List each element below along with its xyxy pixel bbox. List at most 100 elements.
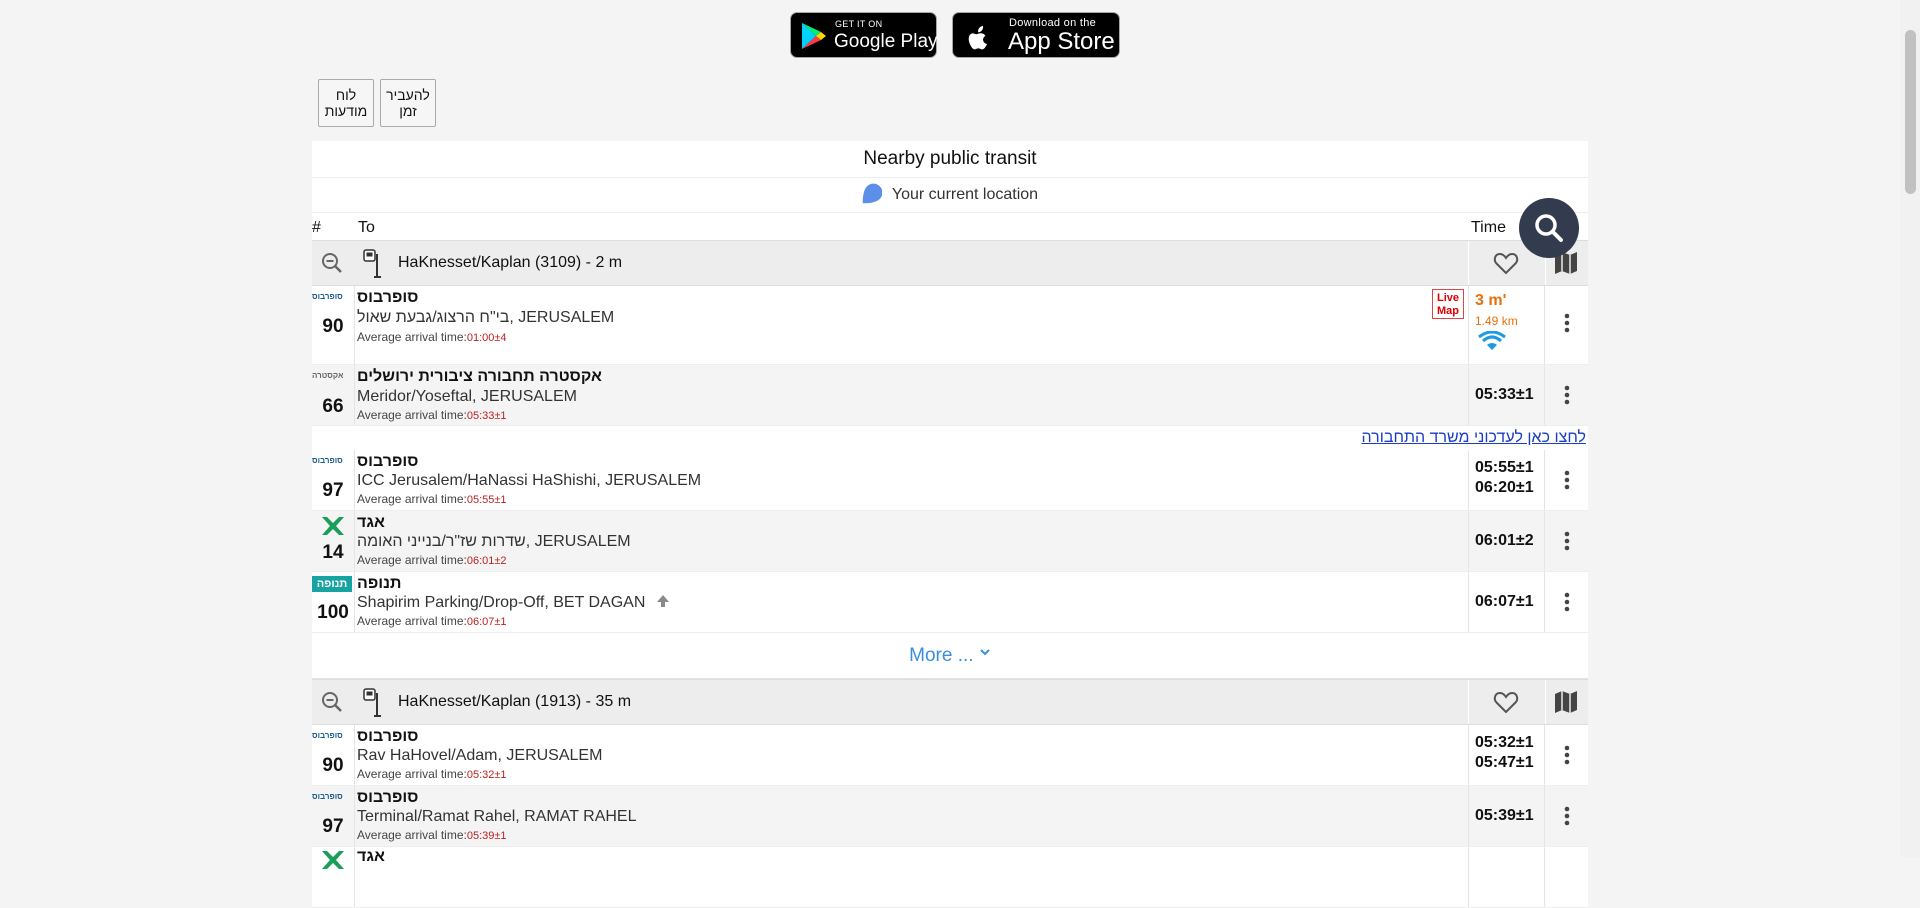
page-scrollbar[interactable] [1900,0,1920,857]
col-to: To [358,219,375,236]
stop-header[interactable]: HaKnesset/Kaplan (3109) - 2 m [312,240,1588,286]
more-options-icon[interactable] [1564,385,1570,405]
avg-label: Average arrival time: [357,614,467,628]
ministry-updates-row: לחצו כאן לעדכוני משרד התחבורה [312,426,1588,450]
row-divider [354,286,355,364]
destination: שדרות שז"ר/בנייני האומה, JERUSALEM [357,533,631,550]
destination-text: Shapirim Parking/Drop-Off, BET DAGAN [357,594,646,611]
chevron-down-icon [980,649,990,656]
departure-time: 06:07±1 [1475,593,1534,610]
row-divider [354,572,355,632]
table-row[interactable]: אקסטרה 66 אקסטרה תחבורה ציבורית ירושלים … [312,365,1588,426]
google-play-small-text: GET IT ON [835,19,883,29]
more-button[interactable]: More ... [312,633,1588,679]
operator-name: אקסטרה תחבורה ציבורית ירושלים [357,368,602,385]
average-arrival: Average arrival time:05:39±1 [357,828,507,842]
transit-panel: Nearby public transit Your current locat… [312,141,1588,908]
row-divider [1544,725,1545,785]
more-options-icon[interactable] [1564,470,1570,490]
line-number: 14 [322,542,344,563]
table-row[interactable]: תנופה 100 תנופה Shapirim Parking/Drop-Of… [312,572,1588,633]
destination: Meridor/Yoseftal, JERUSALEM [357,388,577,405]
more-options-icon[interactable] [1564,806,1570,826]
destination: Rav HaHovel/Adam, JERUSALEM [357,747,603,764]
more-options-icon[interactable] [1564,745,1570,765]
stop-name: HaKnesset/Kaplan (1913) - 35 m [398,693,632,710]
line-number: 66 [322,396,344,417]
table-row[interactable]: סופרבוס 97 סופרבוס ICC Jerusalem/HaNassi… [312,450,1588,511]
search-button[interactable] [1519,198,1579,258]
scrollbar-thumb[interactable] [1905,30,1916,194]
arrow-up-icon [656,595,669,607]
ministry-updates-link[interactable]: לחצו כאן לעדכוני משרד התחבורה [1362,429,1587,446]
departure-time: 06:01±2 [1475,532,1534,549]
stop-header[interactable]: HaKnesset/Kaplan (1913) - 35 m [312,679,1588,725]
average-arrival: Average arrival time:05:32±1 [357,767,507,781]
more-options-icon[interactable] [1564,592,1570,612]
more-options-icon[interactable] [1564,313,1570,333]
current-location-label: Your current location [891,186,1039,203]
average-arrival: Average arrival time:06:01±2 [357,553,507,567]
table-row[interactable]: 14 אגד שדרות שז"ר/בנייני האומה, JERUSALE… [312,511,1588,572]
bulletin-board-button[interactable]: לוח מודעות [318,79,374,127]
change-time-button[interactable]: להעביר זמן [380,79,436,127]
row-divider [1468,847,1469,907]
destination: ICC Jerusalem/HaNassi HaShishi, JERUSALE… [357,472,702,489]
eta-distance: 1.49 km [1475,314,1518,328]
avg-value: 05:32±1 [466,769,507,781]
map-icon[interactable] [1553,690,1579,714]
line-number: 97 [322,480,344,501]
line-number: 97 [322,816,344,837]
table-row[interactable]: סופרבוס 97 סופרבוס Terminal/Ramat Rahel,… [312,786,1588,847]
current-location[interactable]: Your current location [312,178,1588,213]
favorite-heart-icon[interactable] [1493,690,1519,714]
avg-label: Average arrival time: [357,330,467,344]
operator-logo: סופרבוס [312,731,343,740]
egged-logo-icon [322,851,344,869]
avg-label: Average arrival time: [357,492,467,506]
row-divider [354,365,355,425]
realtime-signal-icon [1478,331,1506,350]
more-options-icon[interactable] [1564,531,1570,551]
departure-time: 05:32±1 [1475,734,1534,751]
avg-label: Average arrival time: [357,553,467,567]
row-divider [354,450,355,510]
table-row[interactable]: סופרבוס 90 סופרבוס Rav HaHovel/Adam, JER… [312,725,1588,786]
row-divider [1544,511,1545,571]
live-map-button[interactable]: Live Map [1432,289,1464,319]
row-divider [354,725,355,785]
location-pin-icon [862,183,882,204]
operator-name: אגד [357,848,385,865]
table-row[interactable]: אגד [312,847,1588,908]
zoom-icon[interactable] [320,690,344,714]
google-play-badge[interactable]: GET IT ON Google Play [790,12,938,58]
operator-name: תנופה [357,575,402,592]
row-divider [1468,572,1469,632]
departure-time: 05:39±1 [1475,807,1534,824]
row-divider [1468,786,1469,846]
zoom-icon[interactable] [320,251,344,275]
col-time: Time [1471,219,1506,236]
operator-logo: תנופה [312,576,352,592]
row-divider [354,786,355,846]
operator-logo: סופרבוס [312,456,343,465]
row-divider [1468,511,1469,571]
app-store-big-text: App Store [1008,28,1115,55]
average-arrival: Average arrival time:06:07±1 [357,614,507,628]
row-divider [354,511,355,571]
row-divider [1544,572,1545,632]
departure-time: 05:47±1 [1475,754,1534,771]
google-play-big-text: Google Play [834,31,938,52]
app-store-badge[interactable]: Download on the App Store [952,12,1120,58]
destination: Terminal/Ramat Rahel, RAMAT RAHEL [357,808,637,825]
average-arrival: Average arrival time:05:33±1 [357,408,507,422]
favorite-heart-icon[interactable] [1493,251,1519,275]
table-row[interactable]: סופרבוס 90 סופרבוס בי"ח הרצוג/גבעת שאול,… [312,286,1588,365]
avg-value: 05:33±1 [466,410,507,422]
destination: בי"ח הרצוג/גבעת שאול, JERUSALEM [357,309,615,326]
more-label: More ... [909,645,974,666]
avg-label: Average arrival time: [357,408,467,422]
row-divider [1468,365,1469,425]
avg-label: Average arrival time: [357,828,467,842]
line-number: 90 [322,755,344,776]
